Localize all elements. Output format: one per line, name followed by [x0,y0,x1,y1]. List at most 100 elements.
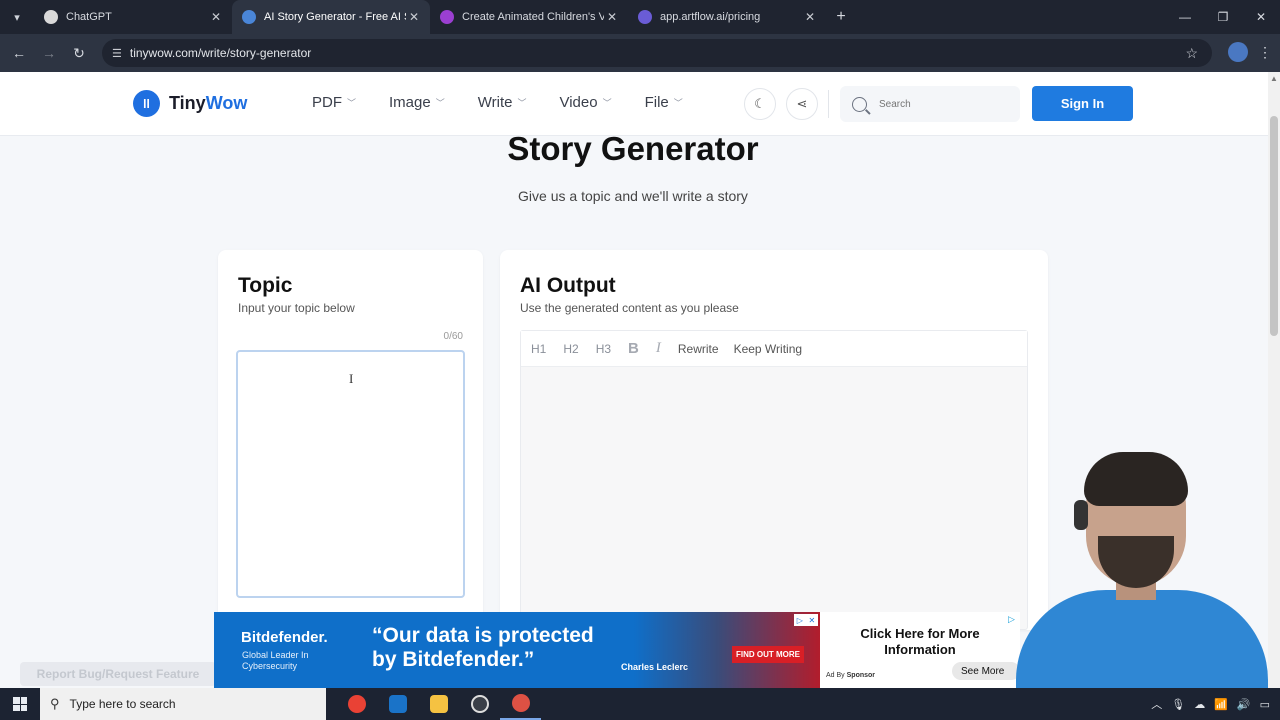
nav-video[interactable]: Video ﹀ [559,94,611,111]
onedrive-icon[interactable]: ☁ [1194,698,1205,711]
network-icon[interactable]: 📶 [1214,698,1228,711]
microphone-icon[interactable]: 🎙 [1171,698,1185,711]
chevron-down-icon: ﹀ [602,98,612,108]
tab-artflow-pricing[interactable]: app.artflow.ai/pricing ✕ [628,0,826,34]
output-card: AI Output Use the generated content as y… [500,250,1048,630]
bold-button[interactable]: B [628,340,639,357]
keep-writing-button[interactable]: Keep Writing [734,342,802,356]
system-tray: ︿ 🎙 ☁ 📶 🔊 ▭ [1151,688,1270,720]
taskbar-search-placeholder: Type here to search [69,697,176,711]
ad-find-out-more-button[interactable]: FIND OUT MORE [732,646,804,663]
share-icon[interactable]: ⋖ [786,88,818,120]
tab-title: app.artflow.ai/pricing [660,11,761,23]
tray-chevron-up-icon[interactable]: ︿ [1151,696,1162,712]
close-window-icon[interactable]: ✕ [1242,0,1280,34]
output-title: AI Output [520,274,616,297]
artflow-favicon-icon [638,10,652,24]
page-subtitle: Give us a topic and we'll write a story [518,188,748,204]
ad-info-link[interactable]: Click Here for More Information [844,626,996,658]
report-bug-button[interactable]: Report Bug/Request Feature [20,662,216,686]
windows-taskbar: ⚲ Type here to search ︿ 🎙 ☁ 📶 🔊 ▭ [0,688,1280,720]
ad-person-name: Charles Leclerc [621,662,689,672]
outlook-taskbar-icon[interactable] [377,688,418,720]
bookmark-star-icon[interactable]: ☆ [1185,45,1198,62]
restore-icon[interactable]: ❐ [1204,0,1242,34]
main-nav: PDF ﹀ Image ﹀ Write ﹀ Video ﹀ File ﹀ [312,94,716,111]
close-tab-icon[interactable]: ✕ [208,10,224,24]
chatgpt-favicon-icon [44,10,58,24]
nav-pdf[interactable]: PDF ﹀ [312,94,356,111]
address-bar[interactable]: ☰ tinywow.com/write/story-generator ☆ [102,39,1212,67]
editor-toolbar: H1 H2 H3 B I Rewrite Keep Writing [521,331,1027,367]
reload-icon[interactable]: ↻ [64,38,94,68]
tinywow-favicon-icon [242,10,256,24]
browser-menu-icon[interactable]: ⋮ [1258,44,1272,61]
windows-logo-icon [13,697,27,711]
heading-3-button[interactable]: H3 [596,342,611,356]
presenter-hair [1084,452,1188,506]
heading-1-button[interactable]: H1 [531,342,546,356]
headset-icon [1074,500,1088,530]
back-icon[interactable]: ← [4,38,34,68]
minimize-icon[interactable]: — [1166,0,1204,34]
chrome-taskbar-icon[interactable] [336,688,377,720]
chevron-down-icon: ﹀ [517,98,527,108]
ad-banner[interactable]: Bitdefender. Global Leader In Cybersecur… [214,612,1020,688]
tab-title: ChatGPT [66,11,112,23]
ad-see-more-button[interactable]: See More [952,662,1020,680]
ad-sponsor: Ad By Sponsor [826,672,876,679]
search-icon [852,96,867,112]
chevron-down-icon: ﹀ [673,98,683,108]
heading-2-button[interactable]: H2 [563,342,578,356]
logo-text: TinyWow [169,93,248,113]
italic-button[interactable]: I [656,340,661,357]
tab-animated-videos[interactable]: Create Animated Children's Vid ✕ [430,0,628,34]
nav-write[interactable]: Write ﹀ [478,94,527,111]
tinywow-logo[interactable]: ll TinyWow [133,90,247,117]
search-input[interactable] [879,98,999,110]
nav-file[interactable]: File ﹀ [645,94,683,111]
browser-tab-bar: ▾ ChatGPT ✕ AI Story Generator - Free AI… [0,0,1280,34]
nav-image[interactable]: Image ﹀ [389,94,445,111]
ad-brand: Bitdefender. [241,629,328,646]
tab-chatgpt[interactable]: ChatGPT ✕ [34,0,232,34]
file-explorer-taskbar-icon[interactable] [418,688,459,720]
chrome-profile-taskbar-icon[interactable] [500,688,541,720]
obs-taskbar-icon[interactable] [459,688,500,720]
url-text: tinywow.com/write/story-generator [129,46,312,60]
sign-in-button[interactable]: Sign In [1032,86,1133,121]
tab-search-icon[interactable]: ▾ [0,0,34,34]
scrollbar-thumb[interactable] [1270,116,1278,336]
search-icon: ⚲ [50,696,60,711]
tab-title: Create Animated Children's Vid [462,11,604,23]
presenter-beard [1098,536,1174,588]
dark-mode-moon-icon[interactable]: ☾ [744,88,776,120]
site-info-icon[interactable]: ☰ [112,47,122,60]
tab-story-generator[interactable]: AI Story Generator - Free AI Sto ✕ [232,0,430,34]
start-button[interactable] [0,688,40,720]
new-tab-button[interactable]: + [826,8,856,26]
rewrite-button[interactable]: Rewrite [678,342,719,356]
site-search[interactable] [840,86,1020,122]
output-editor[interactable]: H1 H2 H3 B I Rewrite Keep Writing [520,330,1028,630]
topic-subtitle: Input your topic below [238,301,355,315]
close-tab-icon[interactable]: ✕ [802,10,818,24]
scroll-up-icon[interactable]: ▲ [1268,74,1280,83]
browser-actions: ⋮ [1228,42,1272,62]
topic-title: Topic [238,274,293,297]
taskbar-search[interactable]: ⚲ Type here to search [40,688,326,720]
notification-icon[interactable]: ▭ [1260,698,1270,711]
topic-card: Topic Input your topic below 0/60 [218,250,483,630]
profile-avatar[interactable] [1228,42,1248,62]
forward-icon[interactable]: → [34,38,64,68]
taskbar-apps [336,688,541,720]
tab-title: AI Story Generator - Free AI Sto [264,11,406,23]
topic-input[interactable] [236,350,465,598]
ad-close-icon[interactable]: ▷ ✕ [794,614,818,626]
close-tab-icon[interactable]: ✕ [406,10,422,24]
video-favicon-icon [440,10,454,24]
ad-choices-icon[interactable]: ▷ [1008,614,1015,625]
page-title: Story Generator [507,130,759,167]
volume-icon[interactable]: 🔊 [1237,698,1251,711]
close-tab-icon[interactable]: ✕ [604,10,620,24]
